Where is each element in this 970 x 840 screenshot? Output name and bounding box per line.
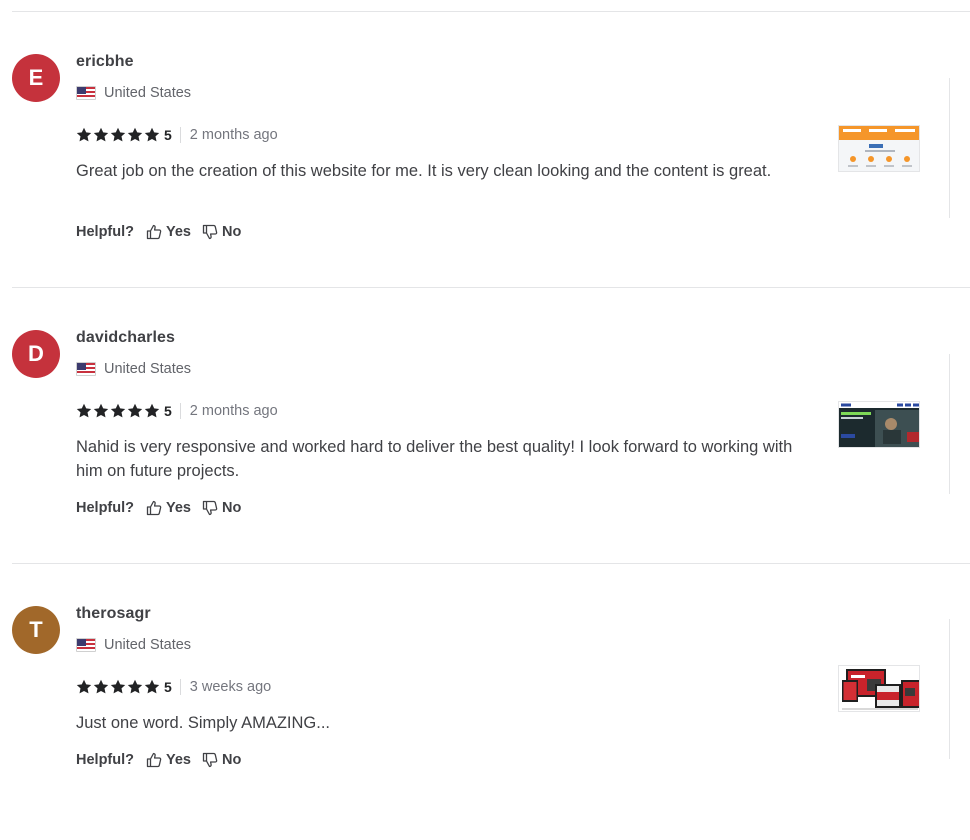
vertical-divider xyxy=(949,78,950,218)
thumbs-up-icon xyxy=(146,500,162,516)
review-time: 3 weeks ago xyxy=(189,679,272,695)
reviews-list: E ericbhe United States 5 2 months ago G… xyxy=(0,0,970,800)
star-icon xyxy=(144,403,160,418)
thumbs-down-icon xyxy=(202,224,218,240)
avatar[interactable]: T xyxy=(12,606,60,654)
us-flag-icon xyxy=(76,362,96,376)
us-flag-icon xyxy=(76,86,96,100)
helpful-yes-button[interactable]: Yes xyxy=(146,500,191,516)
rating-row: 5 3 weeks ago xyxy=(76,677,271,697)
star-icon xyxy=(93,403,109,418)
thumbs-down-icon xyxy=(202,500,218,516)
dark-website-preview xyxy=(839,402,919,447)
avatar[interactable]: D xyxy=(12,330,60,378)
rating-value: 5 xyxy=(164,403,172,419)
star-icon xyxy=(110,403,126,418)
reviewer-country: United States xyxy=(76,85,191,101)
country-label: United States xyxy=(104,361,192,377)
star-icon xyxy=(144,679,160,694)
star-rating xyxy=(76,679,160,695)
star-icon xyxy=(127,403,143,418)
star-icon xyxy=(76,403,92,418)
yes-label: Yes xyxy=(166,500,191,516)
work-sample-thumbnail[interactable] xyxy=(838,401,920,448)
thumbs-up-icon xyxy=(146,752,162,768)
review-comment: Nahid is very responsive and worked hard… xyxy=(76,438,793,480)
thumbs-down-icon xyxy=(202,752,218,768)
no-label: No xyxy=(222,500,242,516)
helpful-row: Helpful? Yes No xyxy=(76,224,252,240)
separator xyxy=(179,127,181,143)
helpful-no-button[interactable]: No xyxy=(202,752,241,768)
star-icon xyxy=(93,679,109,694)
yes-label: Yes xyxy=(166,224,191,240)
helpful-label: Helpful? xyxy=(76,224,134,240)
rating-row: 5 2 months ago xyxy=(76,125,278,145)
helpful-row: Helpful? Yes No xyxy=(76,500,252,516)
avatar[interactable]: E xyxy=(12,54,60,102)
reviewer-country: United States xyxy=(76,361,191,377)
no-label: No xyxy=(222,752,242,768)
work-sample-thumbnail[interactable] xyxy=(838,665,920,712)
reviewer-country: United States xyxy=(76,637,191,653)
rating-value: 5 xyxy=(164,127,172,143)
separator xyxy=(179,679,181,695)
reviewer-username[interactable]: ericbhe xyxy=(76,53,134,71)
helpful-yes-button[interactable]: Yes xyxy=(146,752,191,768)
review-time: 2 months ago xyxy=(189,403,278,419)
helpful-label: Helpful? xyxy=(76,500,134,516)
review-time: 2 months ago xyxy=(189,127,278,143)
review-item: T therosagr United States 5 3 weeks ago … xyxy=(0,564,970,840)
review-item: D davidcharles United States 5 2 months … xyxy=(0,288,970,564)
review-item: E ericbhe United States 5 2 months ago G… xyxy=(0,12,970,288)
star-rating xyxy=(76,403,160,419)
country-label: United States xyxy=(104,85,192,101)
star-rating xyxy=(76,127,160,143)
no-label: No xyxy=(222,224,242,240)
helpful-row: Helpful? Yes No xyxy=(76,752,252,768)
star-icon xyxy=(110,679,126,694)
star-icon xyxy=(127,679,143,694)
separator xyxy=(179,403,181,419)
vertical-divider xyxy=(949,619,950,759)
star-icon xyxy=(76,679,92,694)
work-sample-thumbnail[interactable] xyxy=(838,125,920,172)
rating-row: 5 2 months ago xyxy=(76,401,278,421)
thumbs-up-icon xyxy=(146,224,162,240)
review-comment: Great job on the creation of this websit… xyxy=(76,162,772,180)
helpful-no-button[interactable]: No xyxy=(202,224,241,240)
helpful-label: Helpful? xyxy=(76,752,134,768)
yes-label: Yes xyxy=(166,752,191,768)
vertical-divider xyxy=(949,354,950,494)
multi-device-preview xyxy=(839,666,919,711)
reviewer-username[interactable]: davidcharles xyxy=(76,329,175,347)
star-icon xyxy=(110,127,126,142)
rating-value: 5 xyxy=(164,679,172,695)
helpful-no-button[interactable]: No xyxy=(202,500,241,516)
star-icon xyxy=(93,127,109,142)
country-label: United States xyxy=(104,637,192,653)
star-icon xyxy=(76,127,92,142)
star-icon xyxy=(144,127,160,142)
helpful-yes-button[interactable]: Yes xyxy=(146,224,191,240)
us-flag-icon xyxy=(76,638,96,652)
review-comment: Just one word. Simply AMAZING... xyxy=(76,714,330,732)
reviewer-username[interactable]: therosagr xyxy=(76,605,151,623)
star-icon xyxy=(127,127,143,142)
orange-website-preview xyxy=(839,126,919,171)
